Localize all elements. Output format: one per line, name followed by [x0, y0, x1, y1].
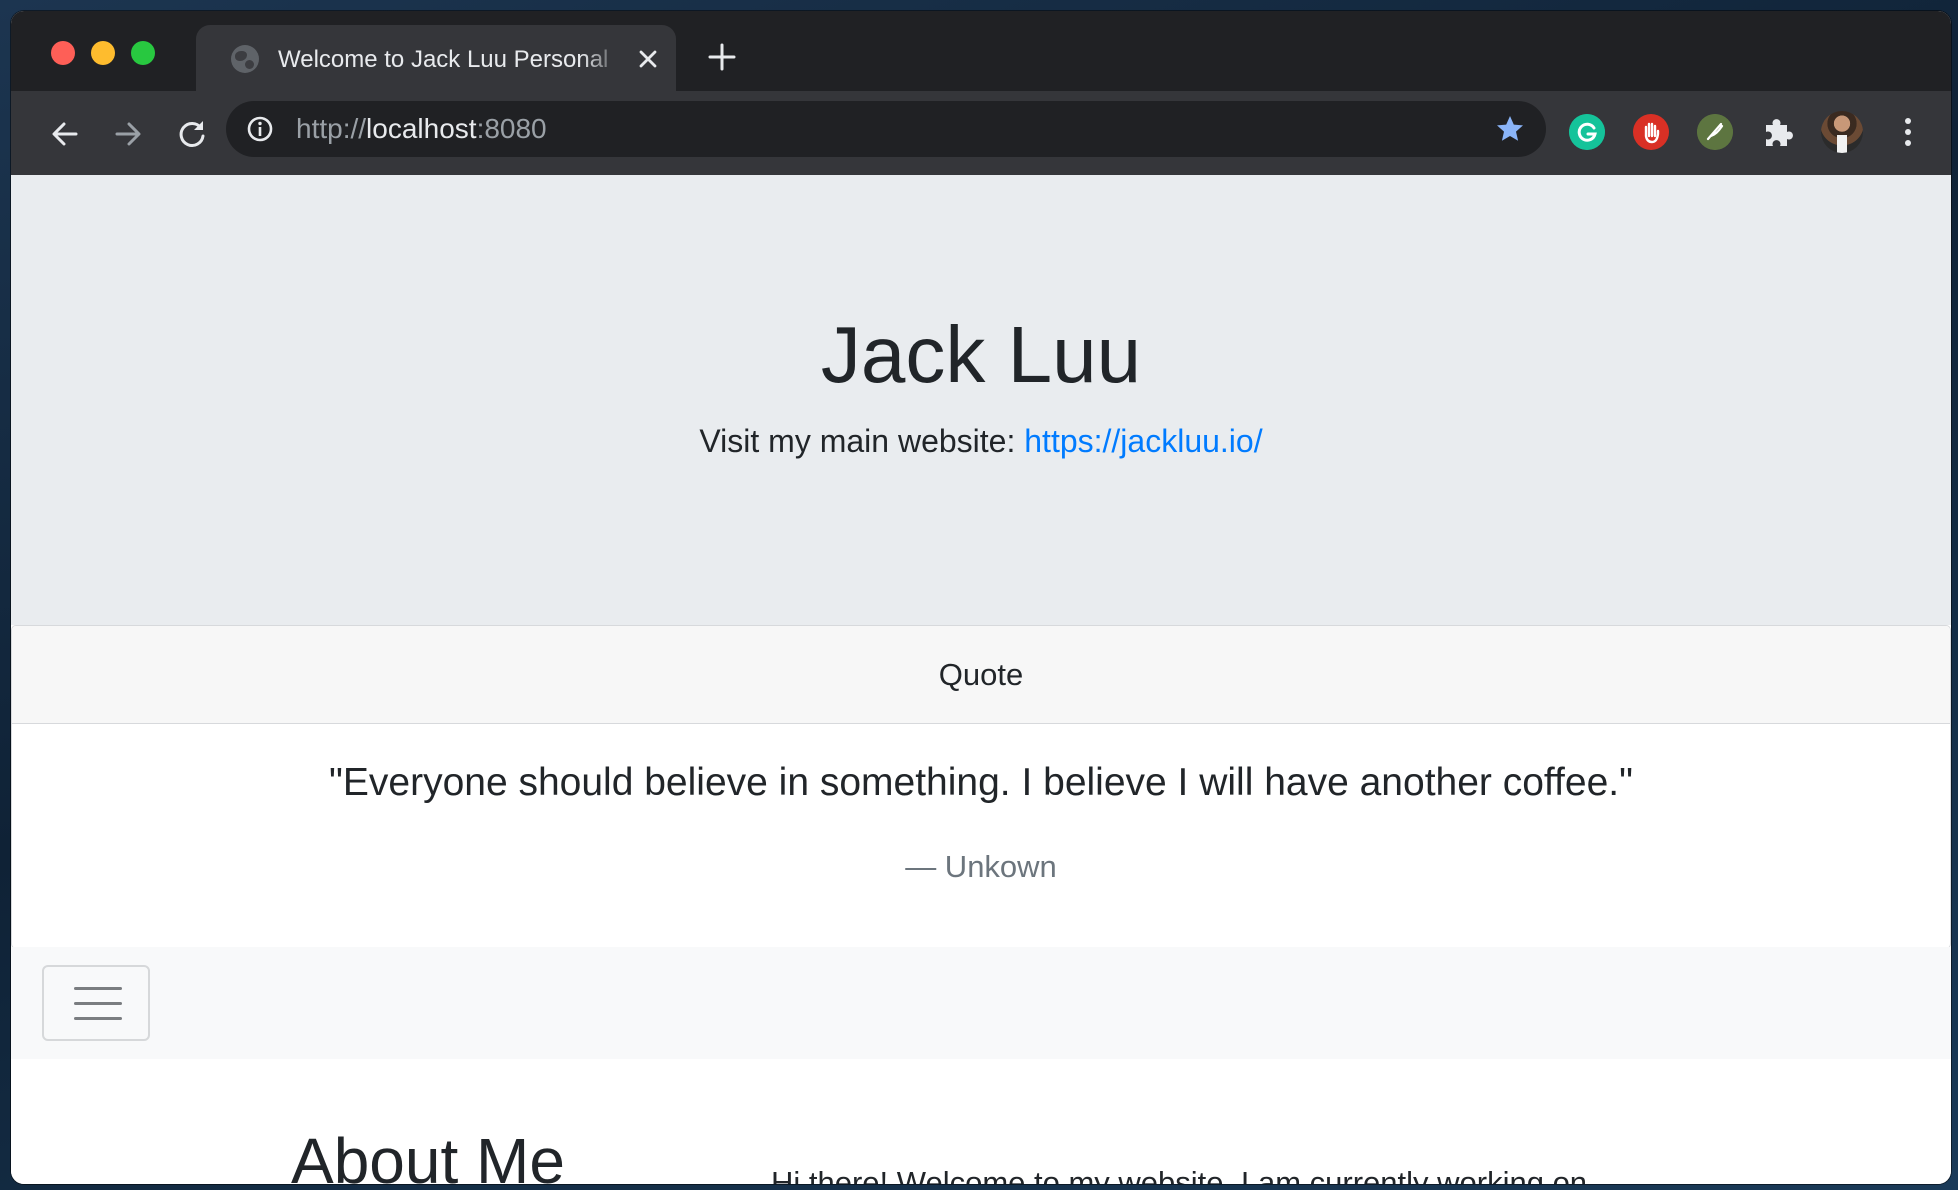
- about-heading: About Me: [291, 1125, 565, 1184]
- navbar-toggle-button[interactable]: [42, 965, 150, 1041]
- browser-toolbar: http://localhost:8080: [11, 91, 1951, 175]
- address-bar[interactable]: http://localhost:8080: [226, 101, 1546, 157]
- adblock-icon[interactable]: [1633, 114, 1669, 150]
- url-host: localhost: [366, 113, 477, 144]
- quote-card: Quote "Everyone should believe in someth…: [11, 625, 1951, 949]
- more-menu-icon[interactable]: [1903, 116, 1913, 148]
- tab-strip: Welcome to Jack Luu Personal: [11, 11, 1951, 91]
- reload-icon[interactable]: [175, 117, 209, 151]
- minimize-window-button[interactable]: [91, 41, 115, 65]
- hamburger-icon-line: [74, 1017, 122, 1020]
- hero-section: Jack Luu Visit my main website: https://…: [11, 175, 1951, 625]
- quote-card-title: Quote: [938, 657, 1024, 692]
- grammarly-icon[interactable]: [1569, 114, 1605, 150]
- hamburger-icon-line: [74, 1002, 122, 1005]
- site-navbar: [11, 947, 1951, 1059]
- forward-arrow-icon[interactable]: [111, 117, 145, 151]
- bookmark-star-icon[interactable]: [1494, 113, 1526, 145]
- globe-icon: [231, 45, 259, 73]
- page-content: Jack Luu Visit my main website: https://…: [11, 175, 1951, 1184]
- back-arrow-icon[interactable]: [48, 117, 82, 151]
- feather-icon[interactable]: [1697, 114, 1733, 150]
- browser-window: Welcome to Jack Luu Personal http://loca…: [11, 11, 1951, 1184]
- zoom-window-button[interactable]: [131, 41, 155, 65]
- quote-author: — Unkown: [905, 849, 1057, 884]
- main-website-link[interactable]: https://jackluu.io/: [1024, 423, 1262, 459]
- about-intro-text: Hi there! Welcome to my website. I am cu…: [771, 1165, 1588, 1184]
- hero-subtitle: Visit my main website: https://jackluu.i…: [11, 421, 1951, 461]
- info-icon[interactable]: [246, 115, 274, 143]
- quote-text: "Everyone should believe in something. I…: [329, 761, 1633, 804]
- hero-title: Jack Luu: [820, 310, 1142, 399]
- profile-avatar[interactable]: [1821, 111, 1863, 153]
- url-scheme: http://: [296, 113, 367, 144]
- quote-card-header: Quote: [12, 626, 1950, 724]
- close-window-button[interactable]: [51, 41, 75, 65]
- tab-title: Welcome to Jack Luu Personal: [278, 46, 609, 73]
- url-port: :8080: [476, 113, 547, 144]
- puzzle-icon[interactable]: [1760, 114, 1796, 150]
- browser-tab[interactable]: Welcome to Jack Luu Personal: [196, 25, 676, 91]
- url-text[interactable]: http://localhost:8080: [296, 114, 547, 144]
- hamburger-icon: [74, 987, 122, 990]
- hero-subtitle-text: Visit my main website:: [699, 423, 1025, 459]
- close-tab-icon[interactable]: [634, 45, 662, 73]
- new-tab-icon[interactable]: [706, 41, 738, 73]
